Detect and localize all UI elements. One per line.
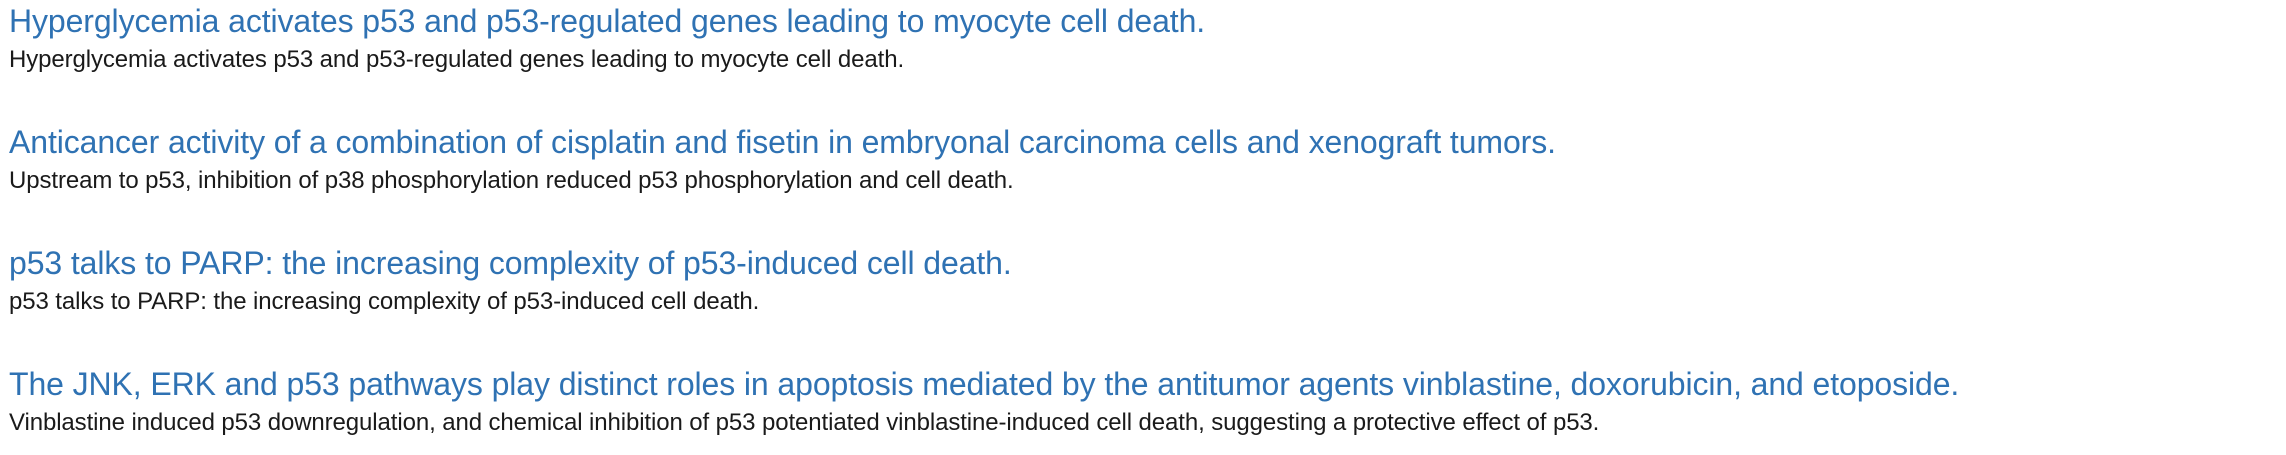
- result-snippet: Upstream to p53, inhibition of p38 phosp…: [9, 167, 1014, 194]
- result-item: Hyperglycemia activates p53 and p53-regu…: [9, 1, 2286, 76]
- result-title-link[interactable]: Hyperglycemia activates p53 and p53-regu…: [9, 1, 2286, 41]
- result-snippet: Vinblastine induced p53 downregulation, …: [9, 409, 1600, 436]
- result-item: p53 talks to PARP: the increasing comple…: [9, 243, 2286, 318]
- result-title-link[interactable]: Anticancer activity of a combination of …: [9, 122, 2286, 162]
- result-snippet: Hyperglycemia activates p53 and p53-regu…: [9, 46, 905, 73]
- result-title-link[interactable]: The JNK, ERK and p53 pathways play disti…: [9, 364, 2286, 404]
- result-item: Anticancer activity of a combination of …: [9, 122, 2286, 197]
- result-item: The JNK, ERK and p53 pathways play disti…: [9, 364, 2286, 439]
- result-title-link[interactable]: p53 talks to PARP: the increasing comple…: [9, 243, 2286, 283]
- search-results-list: Hyperglycemia activates p53 and p53-regu…: [0, 1, 2286, 439]
- result-snippet: p53 talks to PARP: the increasing comple…: [9, 288, 760, 315]
